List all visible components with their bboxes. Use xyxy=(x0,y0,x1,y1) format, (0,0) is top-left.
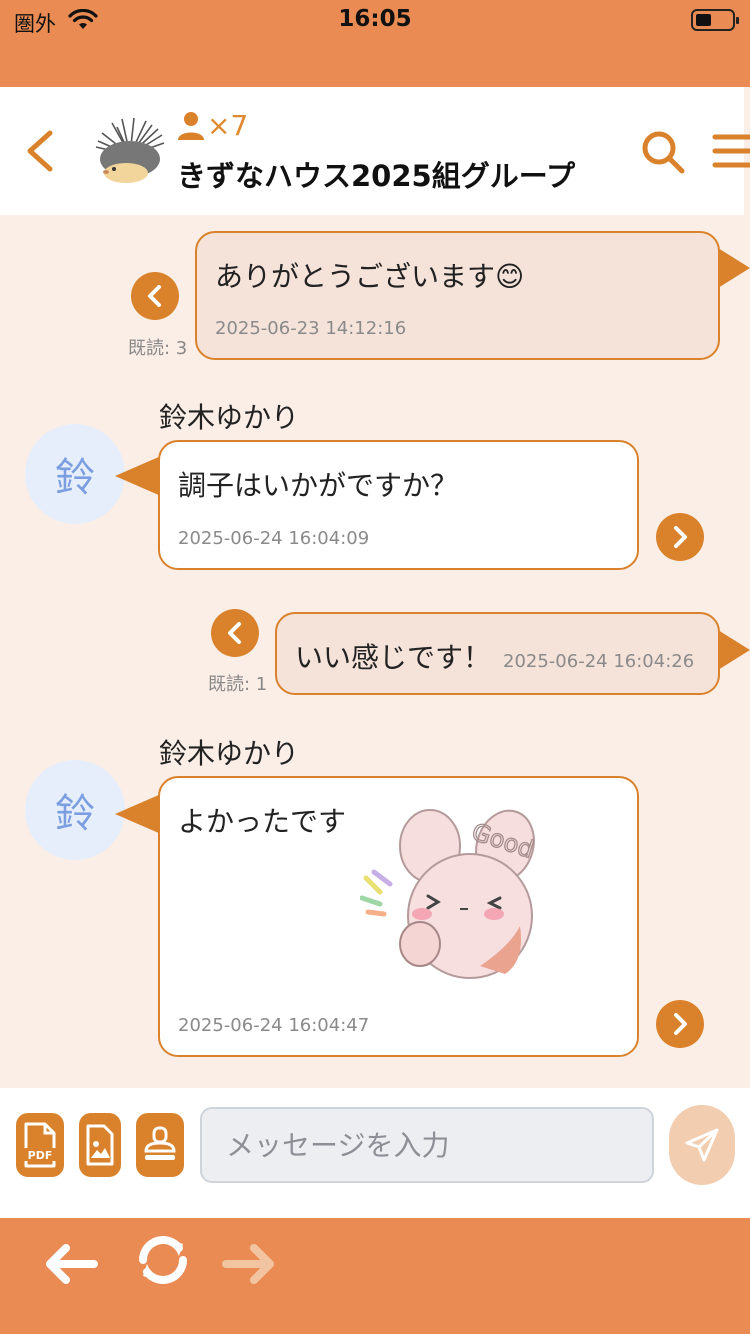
chat-title: きずなハウス2025組グループ xyxy=(177,159,575,193)
reply-right-button[interactable] xyxy=(656,513,704,561)
message-text: いい感じです！ xyxy=(295,641,492,674)
image-file-icon xyxy=(86,1124,114,1166)
chevron-left-icon xyxy=(148,285,161,307)
hedgehog-avatar-icon[interactable] xyxy=(92,115,168,191)
stamp-button[interactable] xyxy=(136,1113,184,1177)
message-text-content: ありがとうございます xyxy=(215,260,496,293)
back-chevron-icon[interactable] xyxy=(20,127,60,175)
reply-right-button[interactable] xyxy=(656,1000,704,1048)
read-receipt: 既読: 3 xyxy=(128,338,188,359)
message-bubble-mine[interactable]: ありがとうございます😊 2025-06-23 14:12:16 xyxy=(195,231,720,360)
bubble-tail xyxy=(115,456,161,496)
message-timestamp: 2025-06-24 16:04:26 xyxy=(503,651,695,672)
reply-left-button[interactable] xyxy=(211,609,259,657)
bubble-tail xyxy=(718,630,750,670)
hamburger-menu-icon[interactable] xyxy=(712,131,750,171)
bubble-tail xyxy=(718,248,750,288)
chevron-right-icon xyxy=(674,526,687,548)
arrow-forward-icon[interactable] xyxy=(218,1230,282,1290)
member-count: ×7 xyxy=(177,107,248,143)
read-receipt: 既読: 1 xyxy=(208,674,268,695)
send-paper-plane-icon xyxy=(685,1128,719,1162)
battery-icon xyxy=(691,9,739,31)
message-text: ありがとうございます😊 xyxy=(215,255,524,295)
message-bubble-theirs[interactable]: よかったです Good 2025-06-24 16:04:47 xyxy=(158,776,639,1057)
chevron-left-icon xyxy=(228,622,241,644)
chevron-right-icon xyxy=(674,1013,687,1035)
message-composer: PDF xyxy=(0,1088,750,1218)
avatar[interactable]: 鈴 xyxy=(25,424,125,524)
sender-name: 鈴木ゆかり xyxy=(159,737,300,770)
avatar[interactable]: 鈴 xyxy=(25,760,125,860)
message-input[interactable] xyxy=(200,1107,654,1183)
message-bubble-theirs[interactable]: 調子はいかがですか？ 2025-06-24 16:04:09 xyxy=(158,440,639,570)
sender-name: 鈴木ゆかり xyxy=(159,401,300,434)
clock: 16:05 xyxy=(338,6,412,32)
bottom-nav xyxy=(0,1218,750,1334)
pdf-file-icon: PDF xyxy=(23,1122,57,1168)
message-text: よかったです xyxy=(178,805,347,838)
bunny-good-sticker-icon: Good xyxy=(360,809,538,979)
member-count-label: ×7 xyxy=(207,108,249,142)
message-timestamp: 2025-06-24 16:04:09 xyxy=(178,528,370,549)
attach-pdf-button[interactable]: PDF xyxy=(16,1113,64,1177)
bubble-tail xyxy=(115,794,161,834)
attach-image-button[interactable] xyxy=(79,1113,121,1177)
send-button[interactable] xyxy=(669,1105,735,1185)
refresh-icon[interactable] xyxy=(131,1230,195,1290)
message-timestamp: 2025-06-23 14:12:16 xyxy=(215,318,407,339)
message-text: 調子はいかがですか？ xyxy=(178,469,459,502)
stamp-icon xyxy=(144,1126,176,1160)
pdf-label: PDF xyxy=(28,1149,53,1162)
message-bubble-mine[interactable]: いい感じです！ 2025-06-24 16:04:26 xyxy=(275,612,720,695)
search-icon[interactable] xyxy=(640,129,686,175)
chat-header: ×7 きずなハウス2025組グループ xyxy=(0,87,750,215)
status-bar: 圏外 16:05 xyxy=(0,0,750,44)
smile-emoji-icon: 😊 xyxy=(495,260,525,293)
message-timestamp: 2025-06-24 16:04:47 xyxy=(178,1015,370,1036)
reply-left-button[interactable] xyxy=(131,272,179,320)
arrow-back-icon[interactable] xyxy=(38,1230,102,1290)
person-icon xyxy=(178,112,204,140)
